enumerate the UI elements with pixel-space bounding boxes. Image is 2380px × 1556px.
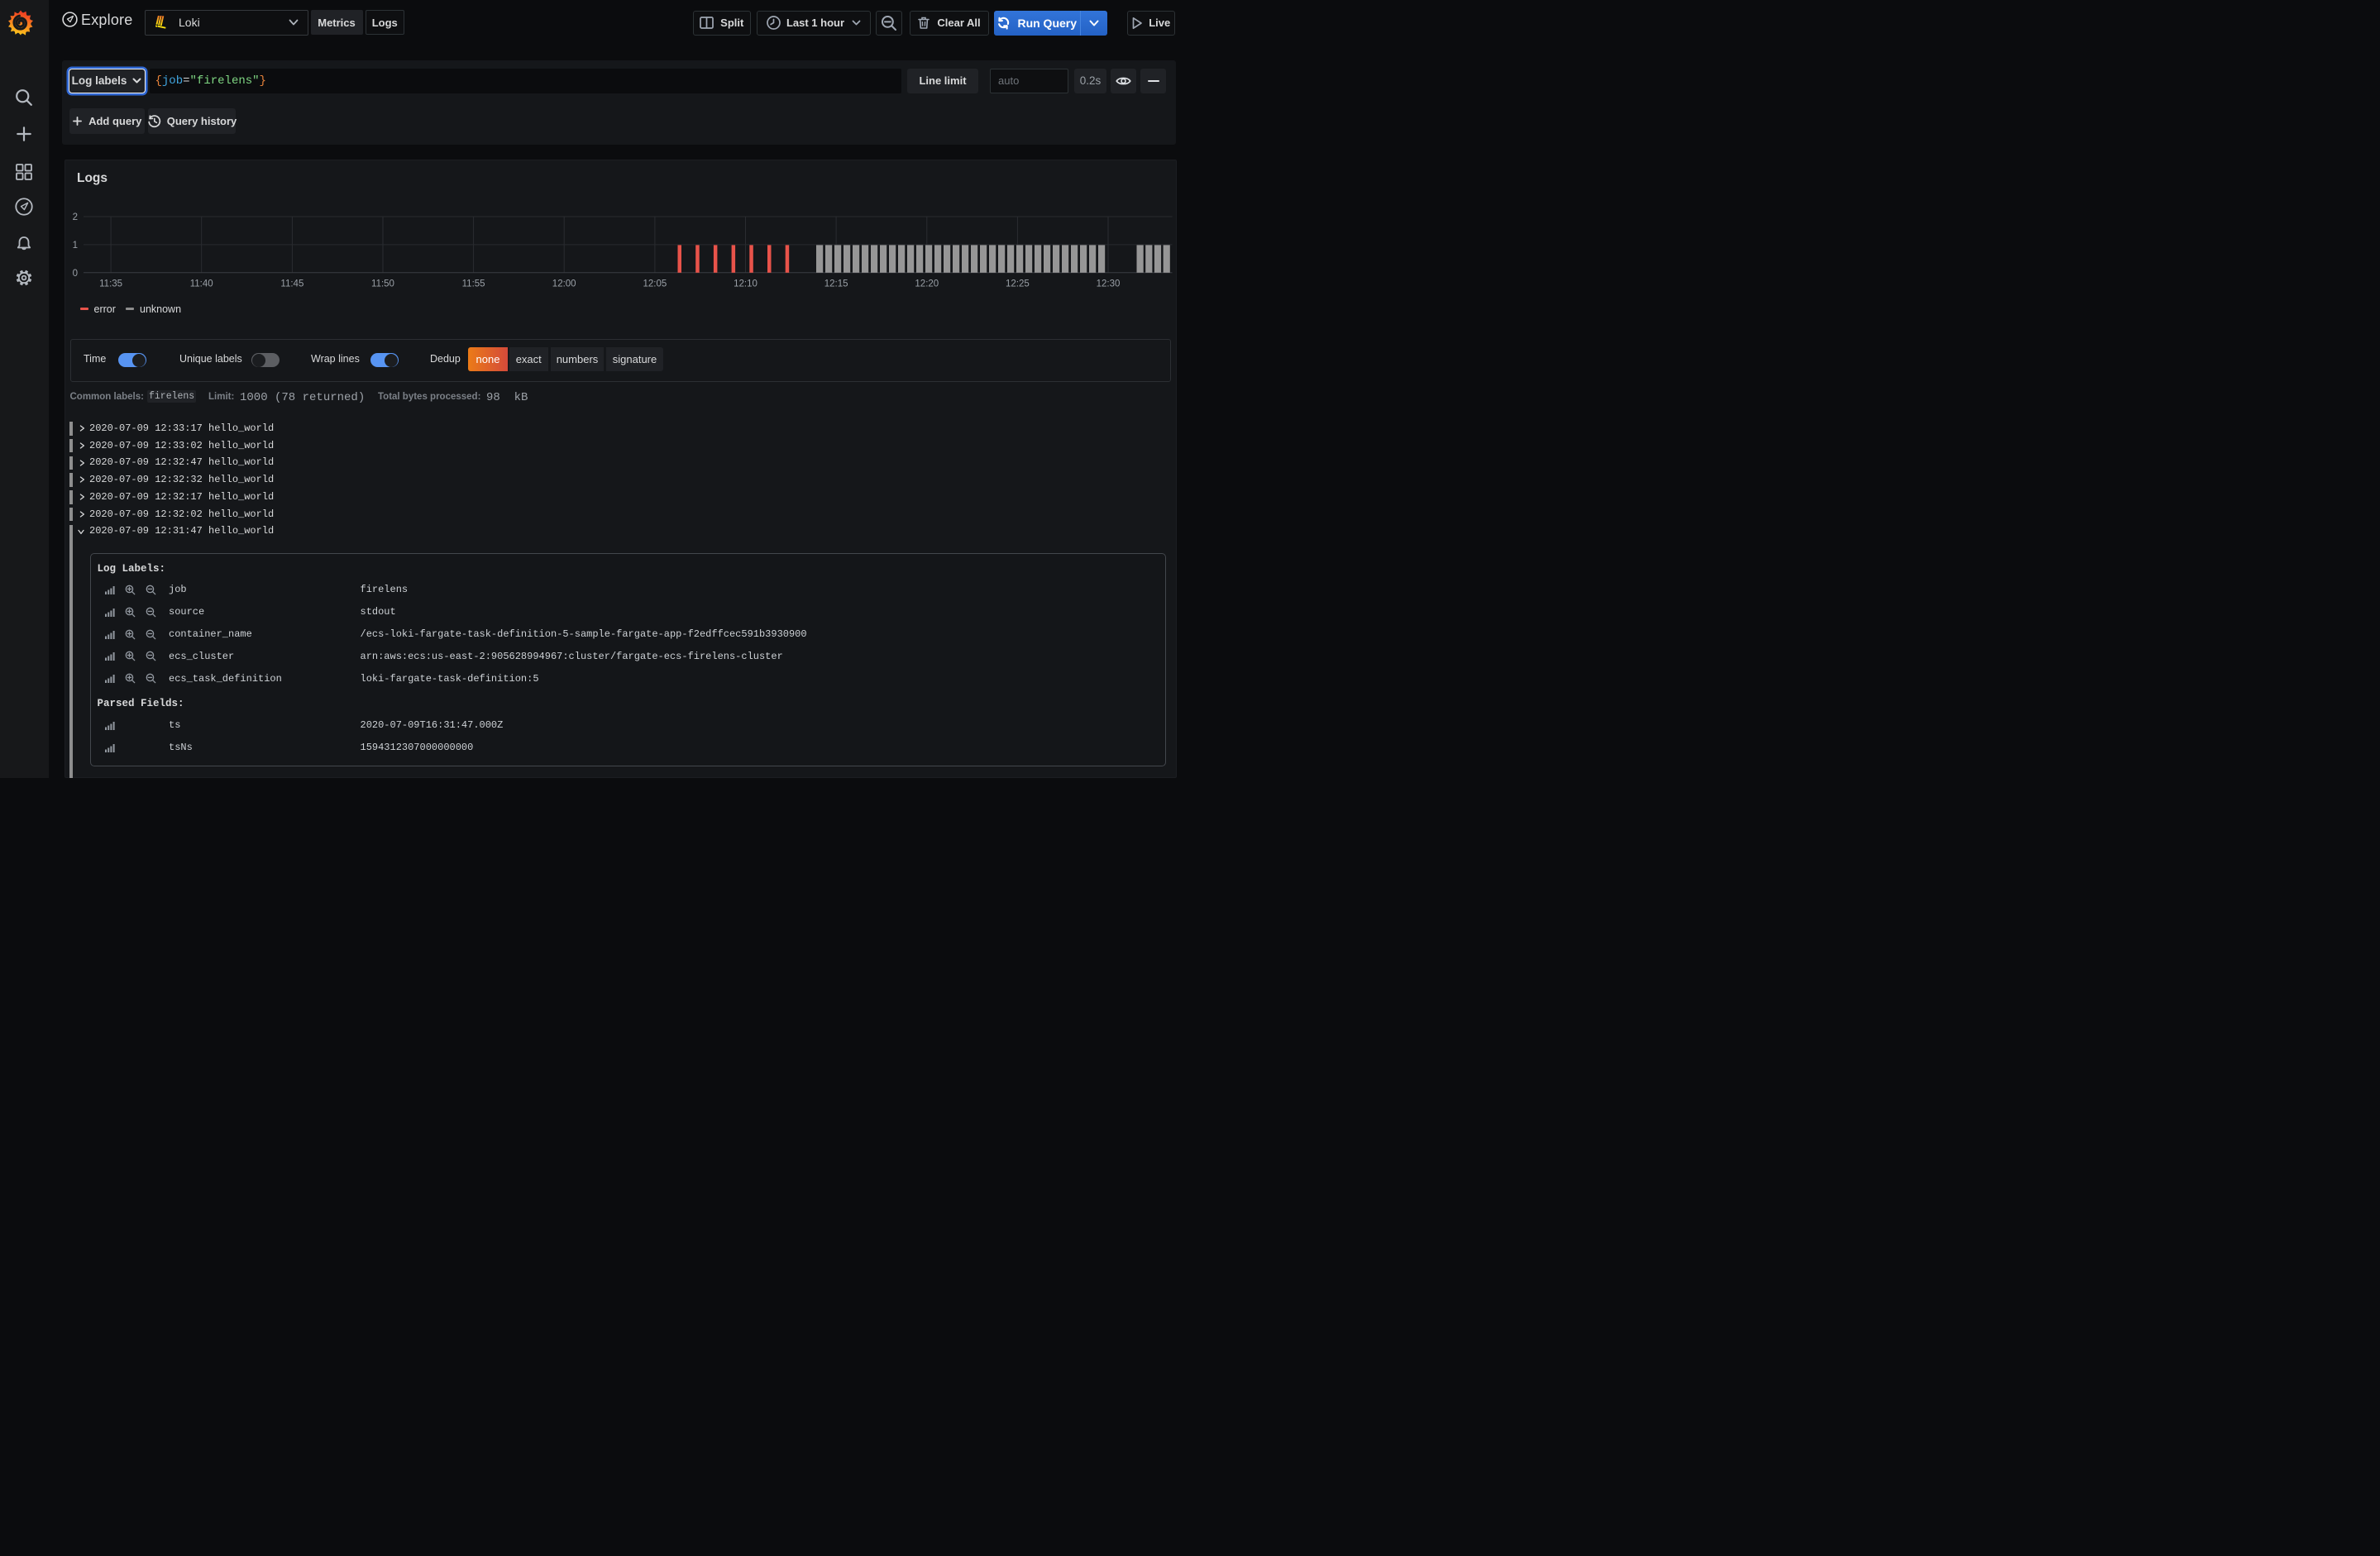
svg-text:11:40: 11:40	[189, 279, 213, 289]
svg-text:11:35: 11:35	[99, 279, 122, 289]
svg-text:11:55: 11:55	[461, 279, 485, 289]
svg-text:12:00: 12:00	[552, 279, 576, 289]
svg-text:12:25: 12:25	[1006, 279, 1030, 289]
svg-text:12:30: 12:30	[1096, 279, 1120, 289]
svg-text:12:10: 12:10	[734, 279, 757, 289]
svg-text:12:20: 12:20	[915, 279, 939, 289]
svg-text:11:45: 11:45	[280, 279, 303, 289]
svg-text:2: 2	[72, 212, 77, 222]
svg-text:12:15: 12:15	[824, 279, 848, 289]
svg-text:11:50: 11:50	[371, 279, 394, 289]
svg-text:12:05: 12:05	[643, 279, 667, 289]
svg-text:1: 1	[72, 241, 77, 251]
svg-text:0: 0	[72, 269, 77, 279]
